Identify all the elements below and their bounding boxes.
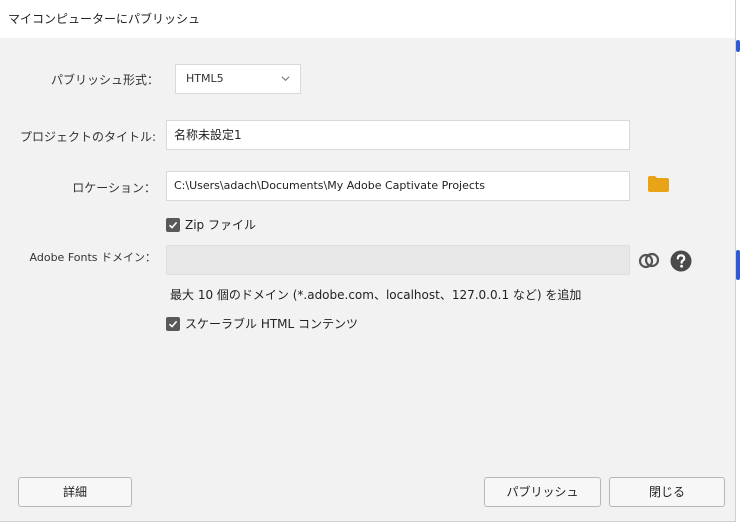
location-label: ロケーション：: [72, 181, 156, 195]
publish-format-value: HTML5: [186, 72, 224, 85]
domain-note: 最大 10 個のドメイン (*.adobe.com、localhost、127.…: [170, 288, 582, 302]
edge-accent: [736, 40, 740, 52]
publish-format-label: パブリッシュ形式：: [50, 73, 159, 87]
checkmark-icon: [166, 217, 180, 232]
scalable-html-checkbox[interactable]: スケーラブル HTML コンテンツ: [166, 315, 358, 332]
close-button[interactable]: 閉じる: [609, 477, 725, 507]
zip-file-checkbox[interactable]: Zip ファイル: [166, 216, 256, 233]
publish-dialog: マイコンピューターにパブリッシュ パブリッシュ形式： HTML5 プロジェクトの…: [0, 0, 736, 522]
help-icon[interactable]: [670, 250, 692, 272]
folder-icon[interactable]: [648, 176, 669, 192]
chevron-down-icon: [281, 76, 290, 82]
project-title-input[interactable]: 名称未設定1: [166, 120, 630, 150]
adobe-fonts-domain-input[interactable]: [166, 245, 630, 275]
creative-cloud-icon[interactable]: [638, 251, 660, 269]
project-title-label: プロジェクトのタイトル:: [19, 130, 156, 144]
zip-file-label: Zip ファイル: [185, 218, 256, 232]
publish-format-select[interactable]: HTML5: [175, 64, 301, 94]
location-input[interactable]: C:\Users\adach\Documents\My Adobe Captiv…: [166, 171, 630, 201]
details-button[interactable]: 詳細: [18, 477, 132, 507]
dialog-title: マイコンピューターにパブリッシュ: [0, 0, 735, 38]
edge-accent: [736, 250, 740, 280]
publish-button[interactable]: パブリッシュ: [484, 477, 601, 507]
adobe-fonts-label: Adobe Fonts ドメイン：: [29, 251, 156, 264]
background-window-edge: [736, 0, 742, 530]
scalable-html-label: スケーラブル HTML コンテンツ: [185, 317, 359, 331]
checkmark-icon: [166, 316, 180, 331]
